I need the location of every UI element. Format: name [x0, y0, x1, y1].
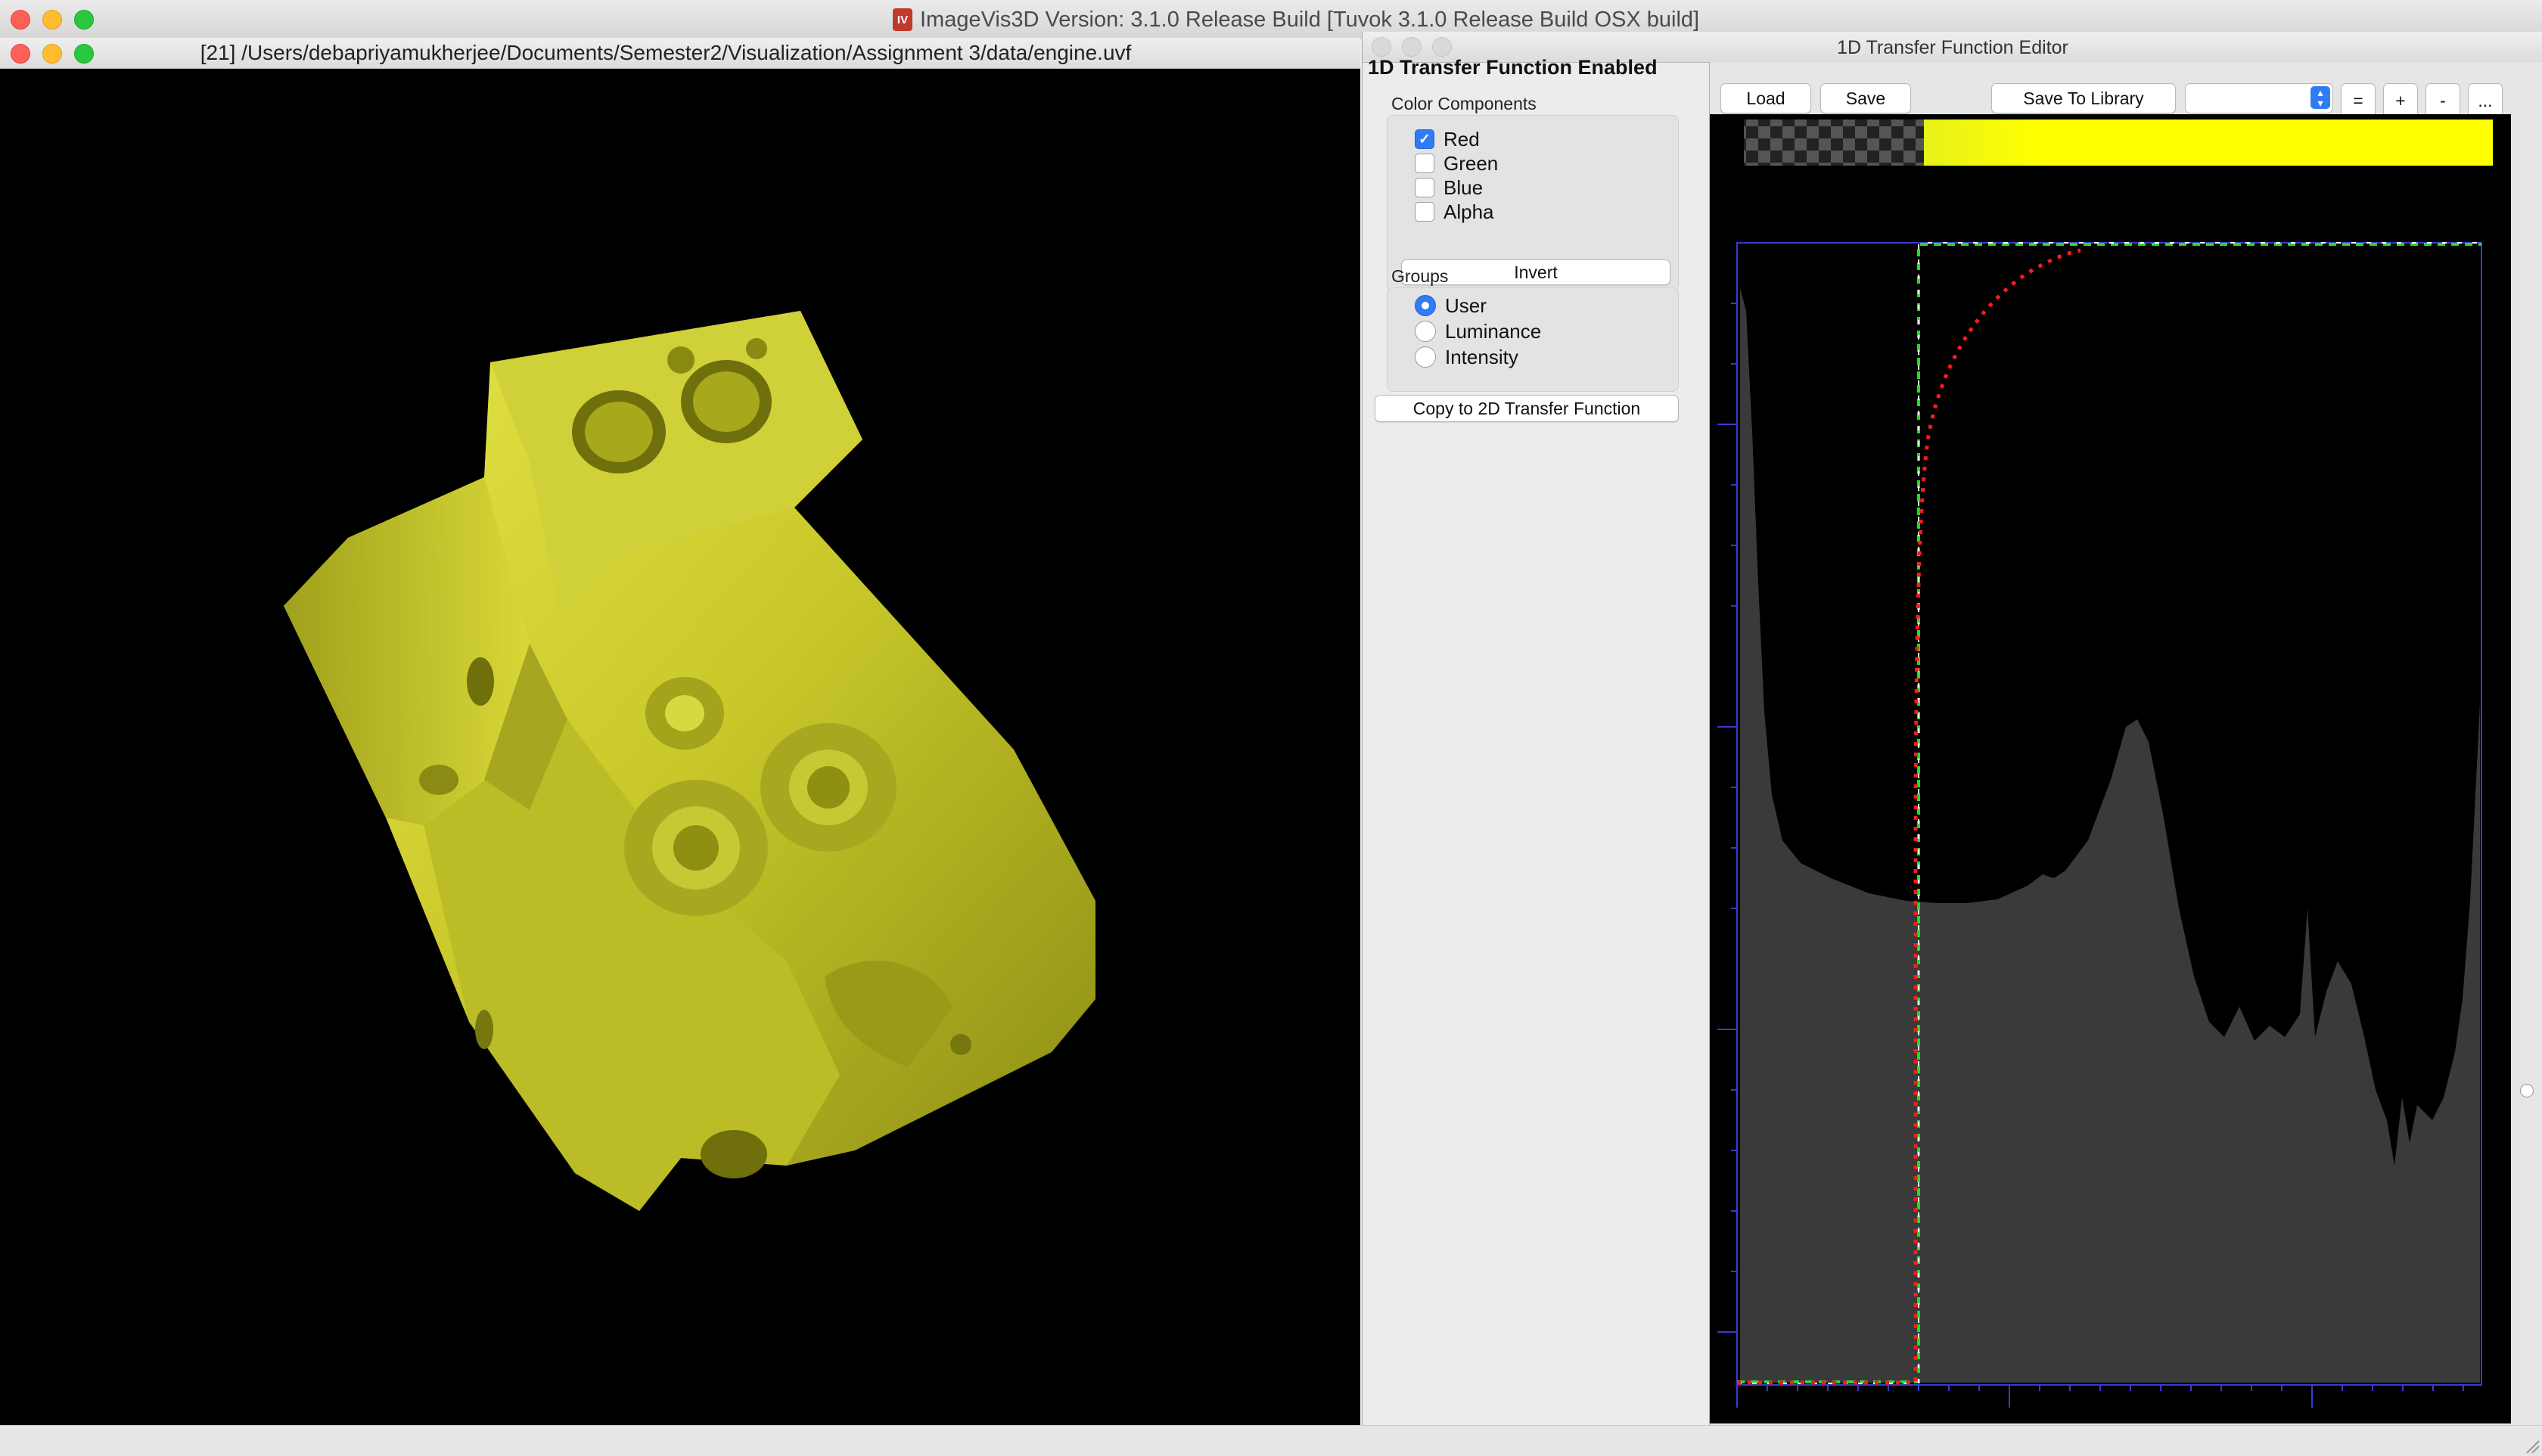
- radio-user[interactable]: [1415, 295, 1436, 316]
- imagevis3d-app-icon: IV: [893, 8, 912, 31]
- tf-x-axis-ticks: [1736, 1385, 2464, 1408]
- color-components-group: ✓ Red Green Blue Alpha Invert: [1387, 115, 1679, 292]
- save-to-library-button[interactable]: Save To Library: [1991, 83, 2176, 113]
- select-arrows-icon: ▴ ▾: [2310, 86, 2330, 109]
- render-window-title: [21] /Users/debapriyamukherjee/Documents…: [200, 41, 1132, 64]
- checkbox-blue-row[interactable]: Blue: [1415, 176, 1483, 199]
- volume-rendering[interactable]: [0, 69, 1360, 1425]
- status-bar: [0, 1425, 2542, 1456]
- radio-intensity-label: Intensity: [1445, 345, 1518, 368]
- groups-group: User Luminance Intensity: [1387, 287, 1679, 392]
- checkbox-alpha-label: Alpha: [1443, 200, 1494, 223]
- tf-y-axis-ticks: [1717, 303, 1737, 1333]
- more-options-button[interactable]: ...: [2468, 83, 2503, 118]
- radio-intensity-row[interactable]: Intensity: [1415, 346, 1518, 368]
- checkbox-red-label: Red: [1443, 127, 1480, 151]
- radio-luminance-row[interactable]: Luminance: [1415, 320, 1541, 343]
- app-title-text: ImageVis3D Version: 3.1.0 Release Build …: [920, 7, 1700, 32]
- load-button[interactable]: Load: [1720, 83, 1811, 113]
- save-button[interactable]: Save: [1820, 83, 1911, 113]
- transfer-function-canvas[interactable]: [1710, 114, 2511, 1423]
- tf-canvas-panel: Load Save Save To Library ▴ ▾ = + - ...: [1709, 62, 2542, 1425]
- checkbox-alpha[interactable]: [1415, 202, 1434, 222]
- close-window-button[interactable]: [11, 10, 30, 29]
- radio-intensity[interactable]: [1415, 346, 1436, 368]
- splitter-handle[interactable]: [2520, 1084, 2534, 1097]
- render-viewport[interactable]: [0, 69, 1360, 1425]
- checkbox-red-row[interactable]: ✓ Red: [1415, 128, 1480, 151]
- radio-user-row[interactable]: User: [1415, 294, 1487, 317]
- render-maximize-button[interactable]: [74, 44, 94, 64]
- render-close-button[interactable]: [11, 44, 30, 64]
- zoom-out-button[interactable]: -: [2425, 83, 2460, 118]
- intensity-histogram: [1740, 288, 2480, 1383]
- checkbox-red[interactable]: ✓: [1415, 129, 1434, 149]
- copy-to-2d-tf-button[interactable]: Copy to 2D Transfer Function: [1375, 395, 1679, 422]
- render-window-title-bar: [21] /Users/debapriyamukherjee/Documents…: [0, 38, 1360, 69]
- checkbox-green-row[interactable]: Green: [1415, 152, 1498, 175]
- equalize-button[interactable]: =: [2341, 83, 2376, 118]
- radio-luminance-label: Luminance: [1445, 319, 1542, 343]
- render-minimize-button[interactable]: [42, 44, 62, 64]
- checkbox-blue[interactable]: [1415, 178, 1434, 197]
- checkbox-green-label: Green: [1443, 151, 1499, 175]
- tf-editor-window: 1D Transfer Function Editor 1D Transfer …: [1362, 32, 2542, 1425]
- color-components-title: Color Components: [1391, 94, 1537, 113]
- maximize-window-button[interactable]: [74, 10, 94, 29]
- minimize-window-button[interactable]: [42, 10, 62, 29]
- checkbox-green[interactable]: [1415, 154, 1434, 173]
- tf-enabled-label: 1D Transfer Function Enabled: [1368, 56, 1658, 79]
- tf-histogram-plot[interactable]: [1710, 114, 2511, 1423]
- engine-block-volume: [284, 311, 1095, 1211]
- radio-user-label: User: [1445, 293, 1487, 317]
- zoom-in-button[interactable]: +: [2383, 83, 2418, 118]
- app-title: IV ImageVis3D Version: 3.1.0 Release Bui…: [893, 7, 1725, 33]
- tf-color-strip: [1744, 120, 2493, 166]
- checkbox-alpha-row[interactable]: Alpha: [1415, 200, 1494, 223]
- checkbox-blue-label: Blue: [1443, 175, 1484, 199]
- radio-luminance[interactable]: [1415, 321, 1436, 342]
- library-select[interactable]: ▴ ▾: [2185, 83, 2333, 113]
- resize-grip-icon[interactable]: [2525, 1439, 2540, 1454]
- groups-title: Groups: [1391, 266, 1449, 286]
